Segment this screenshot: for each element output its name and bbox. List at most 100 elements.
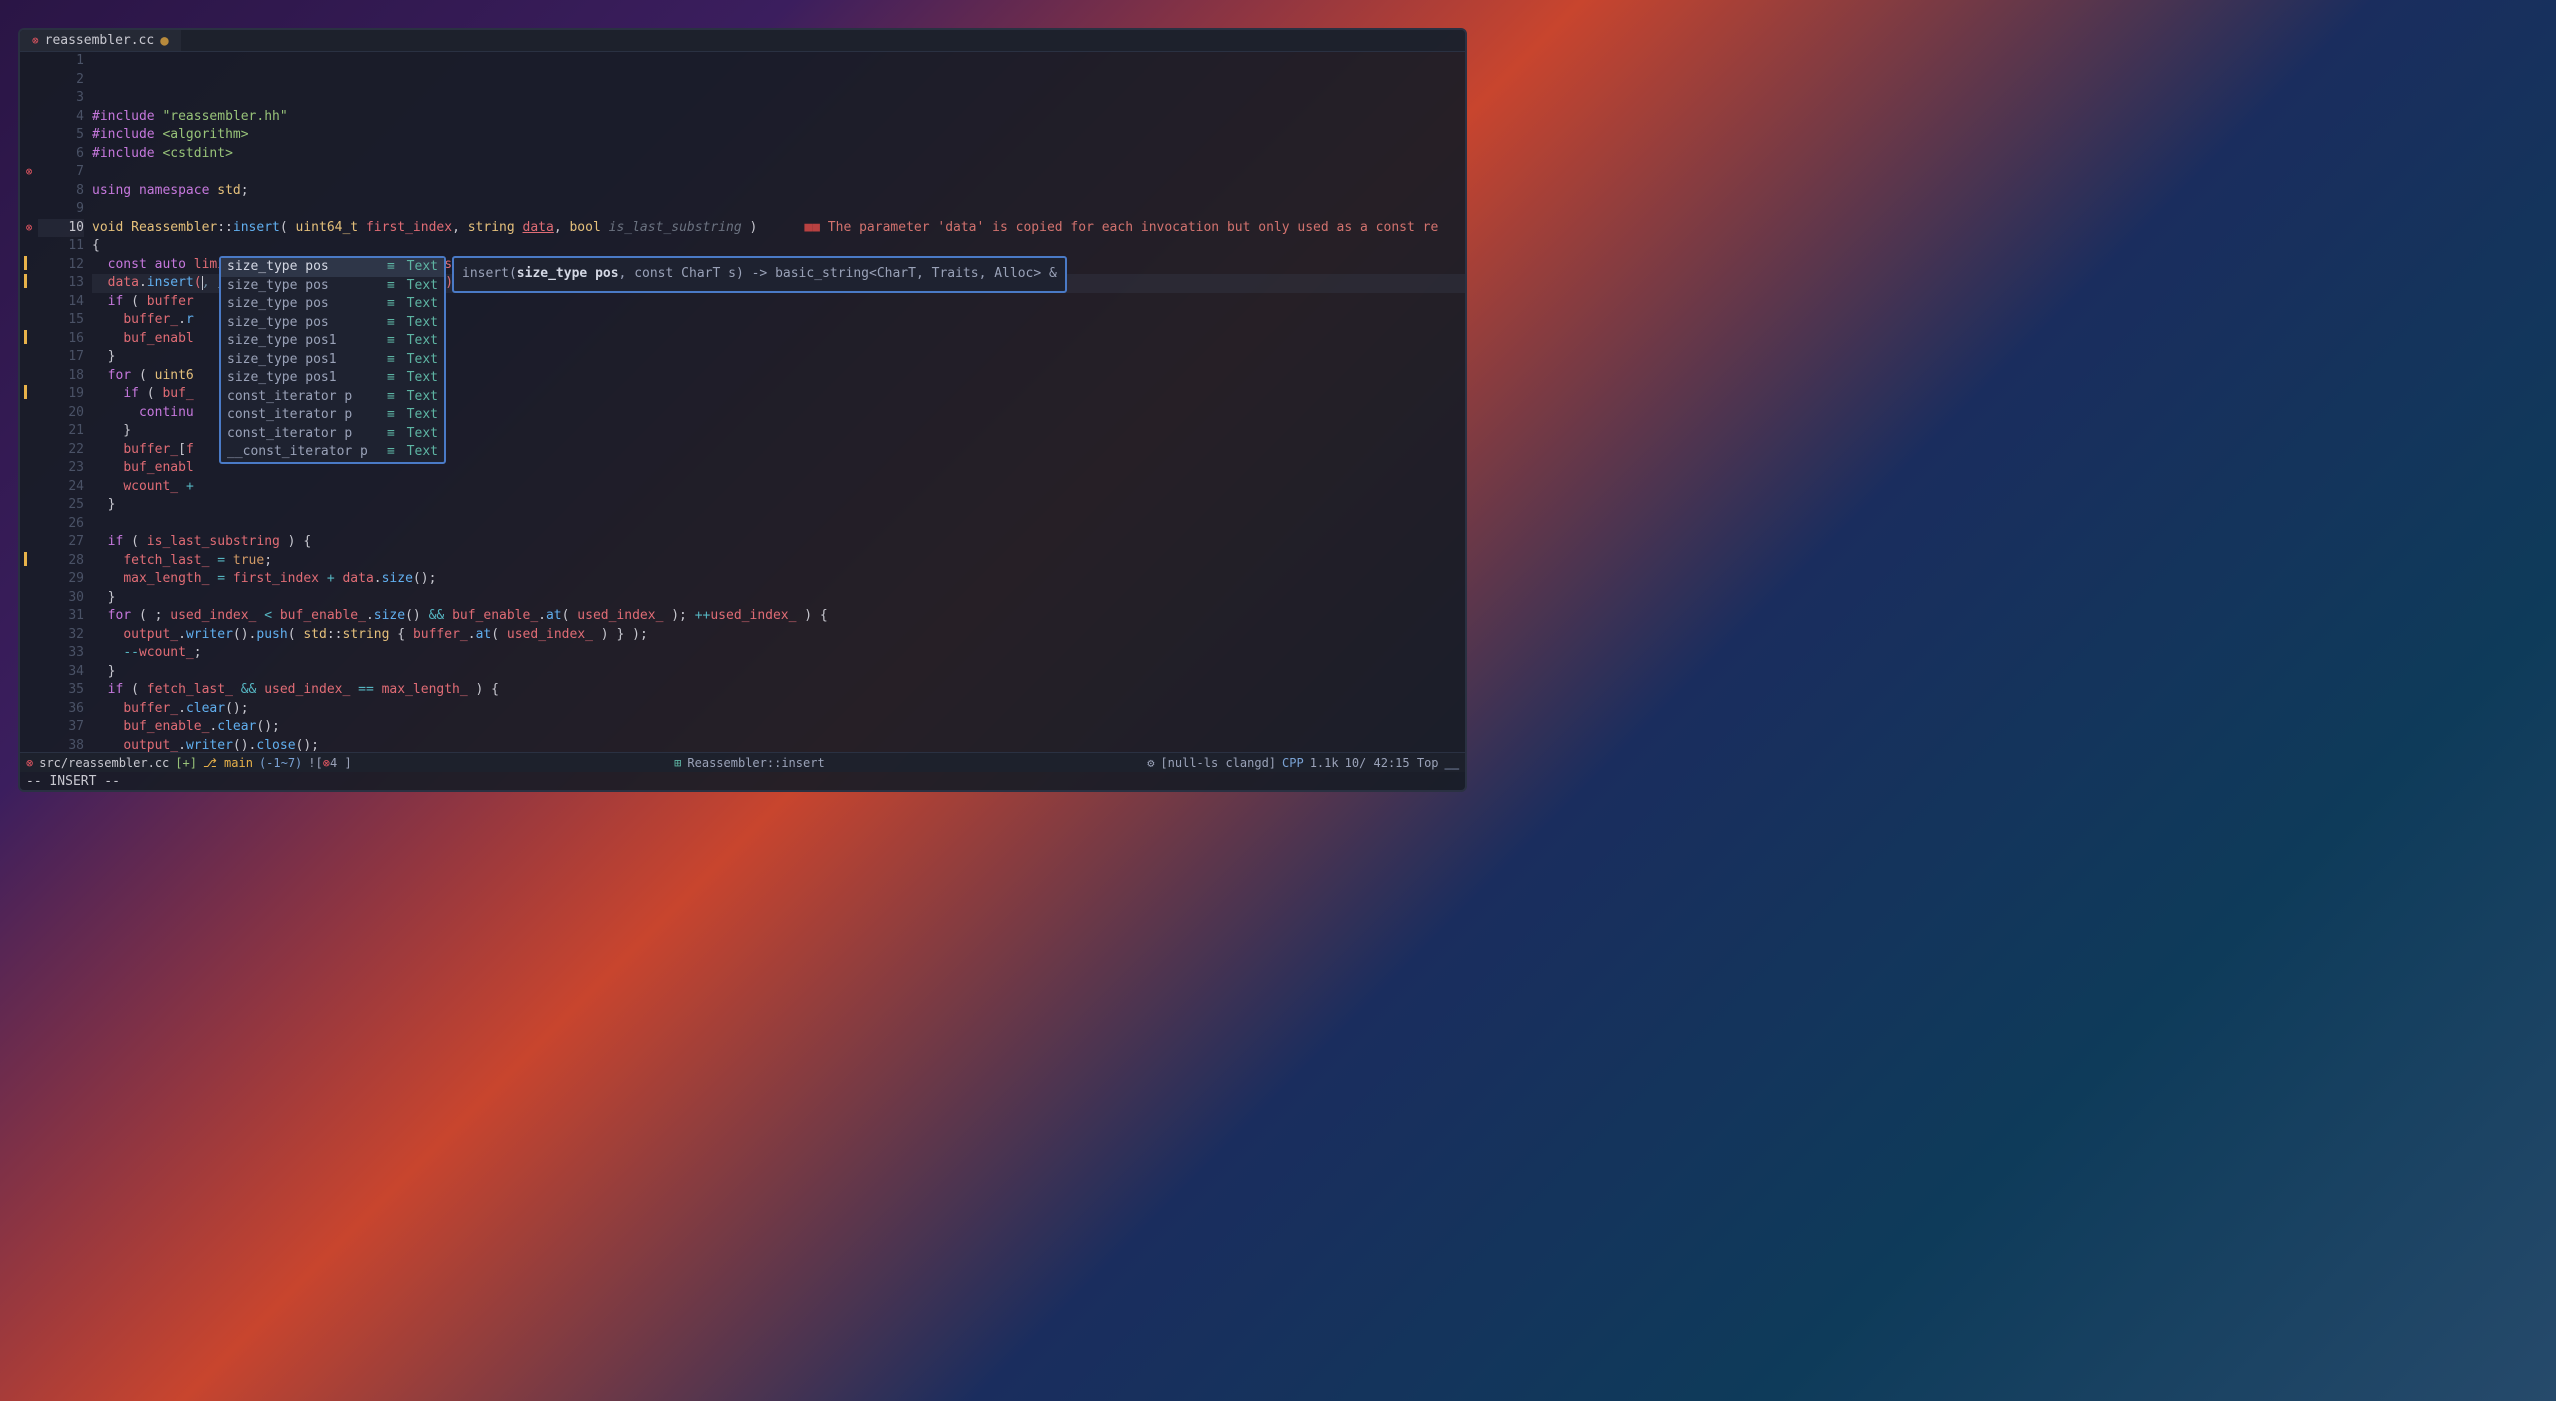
line-number: 36 [38,700,84,719]
code-line[interactable]: for ( ; used_index_ < buf_enable_.size()… [92,607,1465,626]
completion-kind: ≡ Text [387,258,438,277]
completion-kind: ≡ Text [387,351,438,370]
text-kind-icon: ≡ [387,314,395,333]
sign-cell [20,644,38,663]
line-number-gutter: 1234567891011121314151617181920212223242… [38,52,92,752]
sign-cell [20,663,38,682]
code-line[interactable]: #include <algorithm> [92,126,1465,145]
text-kind-icon: ≡ [387,443,395,462]
code-content[interactable]: #include "reassembler.hh"#include <algor… [92,52,1465,752]
sign-cell [20,607,38,626]
sign-cell [20,311,38,330]
completion-item[interactable]: const_iterator p≡ Text [221,406,444,425]
line-number: 32 [38,626,84,645]
line-number: 27 [38,533,84,552]
status-right: ⚙ [null-ls clangd] CPP 1.1k 10/ 42:15 To… [1147,756,1459,770]
completion-item[interactable]: size_type pos1≡ Text [221,369,444,388]
diag-error-icon: ⊗ [323,756,330,770]
dirty-indicator-icon: ● [160,33,168,49]
sign-cell [20,71,38,90]
completion-item[interactable]: size_type pos≡ Text [221,314,444,333]
code-line[interactable]: max_length_ = first_index + data.size(); [92,570,1465,589]
text-kind-icon: ≡ [387,388,395,407]
error-sign-icon: ⊗ [20,219,38,238]
sign-cell [20,552,38,571]
completion-popup[interactable]: size_type pos≡ Textsize_type pos≡ Textsi… [219,256,446,464]
code-line[interactable]: --wcount_; [92,644,1465,663]
code-line[interactable]: fetch_last_ = true; [92,552,1465,571]
code-line[interactable]: wcount_ + [92,478,1465,497]
completion-label: const_iterator p [227,406,387,425]
line-number: 1 [38,52,84,71]
scrollbar-indicator-icon: ▁▁ [1445,756,1459,770]
sign-cell [20,274,38,293]
sign-cell [20,200,38,219]
status-center: ⊞ Reassembler::insert [674,756,825,770]
code-line[interactable]: } [92,663,1465,682]
filetype: CPP [1282,756,1304,770]
sign-cell [20,182,38,201]
completion-kind: ≡ Text [387,425,438,444]
completion-item[interactable]: size_type pos1≡ Text [221,332,444,351]
modified-indicator: [+] [175,756,197,770]
completion-item[interactable]: size_type pos≡ Text [221,295,444,314]
vim-mode: -- INSERT -- [26,774,120,789]
completion-item[interactable]: size_type pos≡ Text [221,277,444,296]
line-number: 28 [38,552,84,571]
code-line[interactable] [92,515,1465,534]
git-branch: ⎇ main [203,756,253,770]
code-line[interactable]: using namespace std; [92,182,1465,201]
line-number: 25 [38,496,84,515]
code-line[interactable]: if ( is_last_substring ) { [92,533,1465,552]
line-number: 26 [38,515,84,534]
completion-label: __const_iterator p [227,443,387,462]
completion-item[interactable]: const_iterator p≡ Text [221,425,444,444]
completion-label: size_type pos1 [227,369,387,388]
code-line[interactable]: { [92,237,1465,256]
line-number: 12 [38,256,84,275]
sign-cell [20,478,38,497]
close-icon[interactable]: ⊗ [32,34,39,47]
code-area[interactable]: ⊗⊗ 1234567891011121314151617181920212223… [20,52,1465,752]
code-line[interactable]: output_.writer().push( std::string { buf… [92,626,1465,645]
code-line[interactable]: output_.writer().close(); [92,737,1465,753]
completion-kind: ≡ Text [387,406,438,425]
code-line[interactable]: #include "reassembler.hh" [92,108,1465,127]
sign-column: ⊗⊗ [20,52,38,752]
git-diff-stat: (-1~7) [259,756,302,770]
sign-cell [20,496,38,515]
completion-item[interactable]: __const_iterator p≡ Text [221,443,444,462]
status-left: ⊗ src/reassembler.cc[+] ⎇ main(-1~7) ![⊗… [26,756,352,770]
code-line[interactable] [92,200,1465,219]
line-number: 33 [38,644,84,663]
change-sign-icon [24,274,27,288]
line-number: 6 [38,145,84,164]
line-number: 22 [38,441,84,460]
tab-filename: reassembler.cc [45,33,155,48]
code-line[interactable]: if ( fetch_last_ && used_index_ == max_l… [92,681,1465,700]
completion-kind: ≡ Text [387,332,438,351]
code-line[interactable]: } [92,496,1465,515]
line-number: 21 [38,422,84,441]
completion-item[interactable]: size_type pos1≡ Text [221,351,444,370]
code-line[interactable]: void Reassembler::insert( uint64_t first… [92,219,1465,238]
completion-item[interactable]: const_iterator p≡ Text [221,388,444,407]
sign-cell [20,700,38,719]
code-line[interactable]: buf_enable_.clear(); [92,718,1465,737]
code-line[interactable]: } [92,589,1465,608]
completion-item[interactable]: size_type pos≡ Text [221,258,444,277]
code-context: Reassembler::insert [687,756,824,770]
code-line[interactable]: buffer_.clear(); [92,700,1465,719]
text-kind-icon: ≡ [387,258,395,277]
lsp-clients: [null-ls clangd] [1160,756,1276,770]
sign-cell [20,89,38,108]
context-icon: ⊞ [674,756,681,770]
line-number: 16 [38,330,84,349]
text-kind-icon: ≡ [387,332,395,351]
code-line[interactable]: #include <cstdint> [92,145,1465,164]
line-number: 14 [38,293,84,312]
file-tab[interactable]: ⊗ reassembler.cc ● [20,30,181,51]
code-line[interactable] [92,163,1465,182]
text-kind-icon: ≡ [387,425,395,444]
change-sign-icon [24,385,27,399]
